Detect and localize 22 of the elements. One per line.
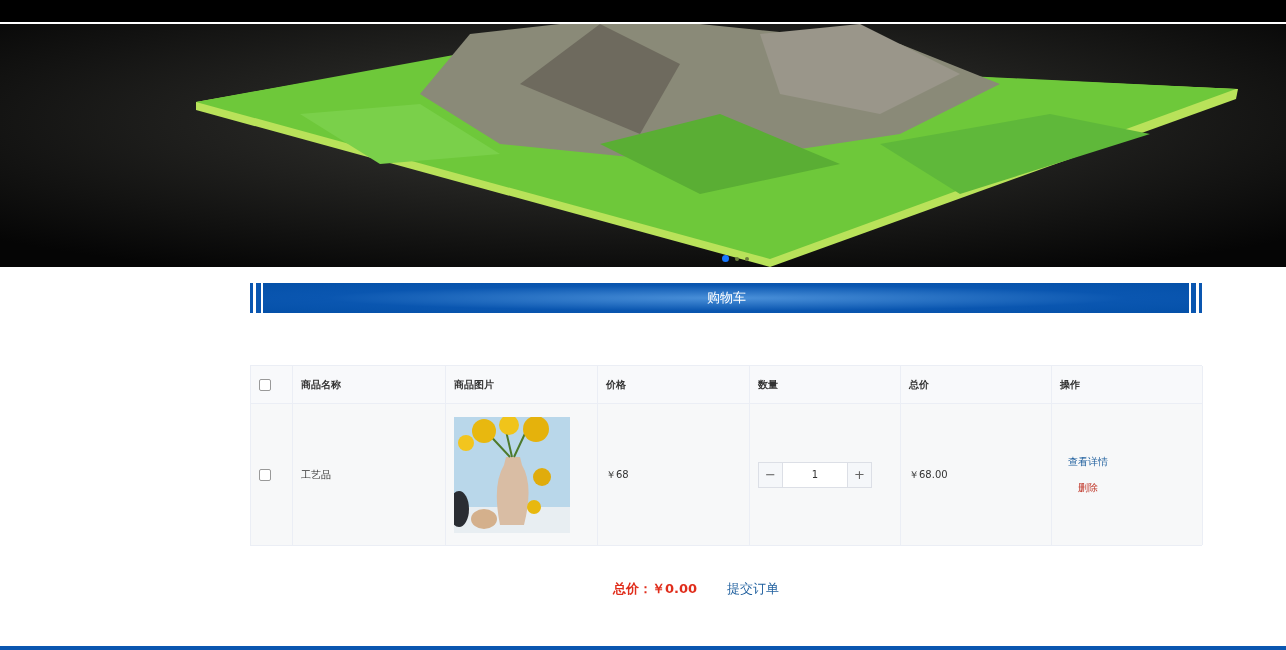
submit-order-link[interactable]: 提交订单 — [727, 580, 780, 598]
delete-link[interactable]: 删除 — [1078, 480, 1098, 495]
column-header: 数量 — [758, 377, 778, 392]
decrease-button[interactable]: − — [758, 461, 783, 488]
carousel-dot[interactable] — [722, 255, 729, 262]
column-header: 商品图片 — [454, 377, 494, 392]
product-name: 工艺品 — [301, 467, 331, 482]
column-header: 操作 — [1060, 377, 1080, 392]
column-header: 商品名称 — [301, 377, 341, 392]
carousel-dot[interactable] — [735, 256, 739, 261]
increase-button[interactable]: + — [847, 461, 872, 488]
price: ￥68 — [606, 467, 629, 482]
checkbox[interactable] — [259, 468, 271, 481]
carousel-dot[interactable] — [745, 256, 749, 261]
checkbox[interactable] — [259, 378, 271, 391]
column-header: 价格 — [606, 377, 626, 392]
details-link[interactable]: 查看详情 — [1068, 454, 1108, 469]
section-title: 购物车 — [250, 283, 1202, 313]
column-header: 总价 — [909, 377, 929, 392]
total-price: 总价：￥0.00 — [612, 580, 698, 598]
quantity-field[interactable]: 1 — [783, 461, 847, 488]
row-total: ￥68.00 — [909, 467, 948, 482]
